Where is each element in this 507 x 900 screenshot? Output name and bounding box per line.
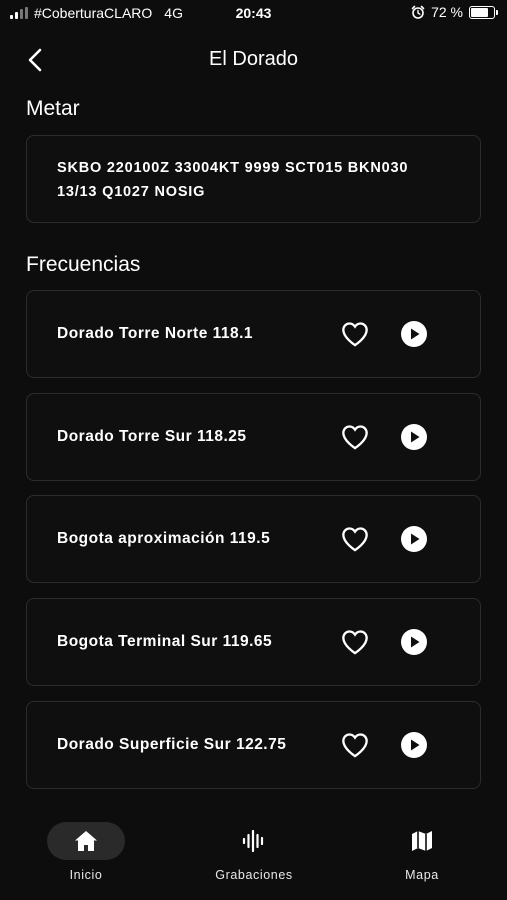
frequency-card[interactable]: Dorado Torre Norte 118.1 <box>26 290 481 378</box>
status-bar: #CoberturaCLARO 4G 20:43 72 % <box>0 0 507 28</box>
tab-pill <box>215 822 293 860</box>
frequency-label: Dorado Torre Norte 118.1 <box>57 325 254 342</box>
tab-mapa[interactable]: Mapa <box>362 810 482 882</box>
page-title: El Dorado <box>209 48 298 70</box>
heart-icon[interactable] <box>341 629 369 655</box>
alarm-icon <box>411 5 425 19</box>
metar-section-title: Metar <box>26 97 80 120</box>
metar-text: SKBO 220100Z 33004KT 9999 SCT015 BKN030 … <box>57 160 409 200</box>
tab-label: Grabaciones <box>215 868 293 882</box>
play-icon[interactable] <box>401 526 427 552</box>
tab-label: Mapa <box>405 868 439 882</box>
heart-icon[interactable] <box>341 424 369 450</box>
play-icon[interactable] <box>401 424 427 450</box>
frequency-card[interactable]: Dorado Superficie Sur 122.75 <box>26 701 481 789</box>
heart-icon[interactable] <box>341 526 369 552</box>
tab-pill <box>383 822 461 860</box>
metar-card: SKBO 220100Z 33004KT 9999 SCT015 BKN030 … <box>26 135 481 223</box>
frequencies-section-title: Frecuencias <box>26 253 141 276</box>
frequency-label: Dorado Superficie Sur 122.75 <box>57 736 287 753</box>
play-icon[interactable] <box>401 321 427 347</box>
battery-percent: 72 % <box>431 4 463 20</box>
play-icon[interactable] <box>401 732 427 758</box>
tab-grabaciones[interactable]: Grabaciones <box>194 810 314 882</box>
frequency-label: Bogota aproximación 119.5 <box>57 530 271 547</box>
frequency-label: Dorado Torre Sur 118.25 <box>57 428 247 445</box>
frequency-card[interactable]: Dorado Torre Sur 118.25 <box>26 393 481 481</box>
status-right: 72 % <box>411 4 498 20</box>
heart-icon[interactable] <box>341 321 369 347</box>
battery-fill <box>471 7 489 17</box>
heart-icon[interactable] <box>341 732 369 758</box>
tab-label: Inicio <box>69 868 103 882</box>
frequency-card[interactable]: Bogota Terminal Sur 119.65 <box>26 598 481 686</box>
header: El Dorado <box>0 40 507 80</box>
waveform-icon <box>242 829 264 853</box>
frequency-card[interactable]: Bogota aproximación 119.5 <box>26 495 481 583</box>
frequency-label: Bogota Terminal Sur 119.65 <box>57 633 273 650</box>
tab-inicio[interactable]: Inicio <box>26 810 146 882</box>
tab-bar: Inicio Grabaciones Mapa <box>0 810 507 900</box>
tab-pill <box>47 822 125 860</box>
map-icon <box>412 831 432 851</box>
home-icon <box>75 831 97 851</box>
battery-icon <box>469 5 498 19</box>
play-icon[interactable] <box>401 629 427 655</box>
